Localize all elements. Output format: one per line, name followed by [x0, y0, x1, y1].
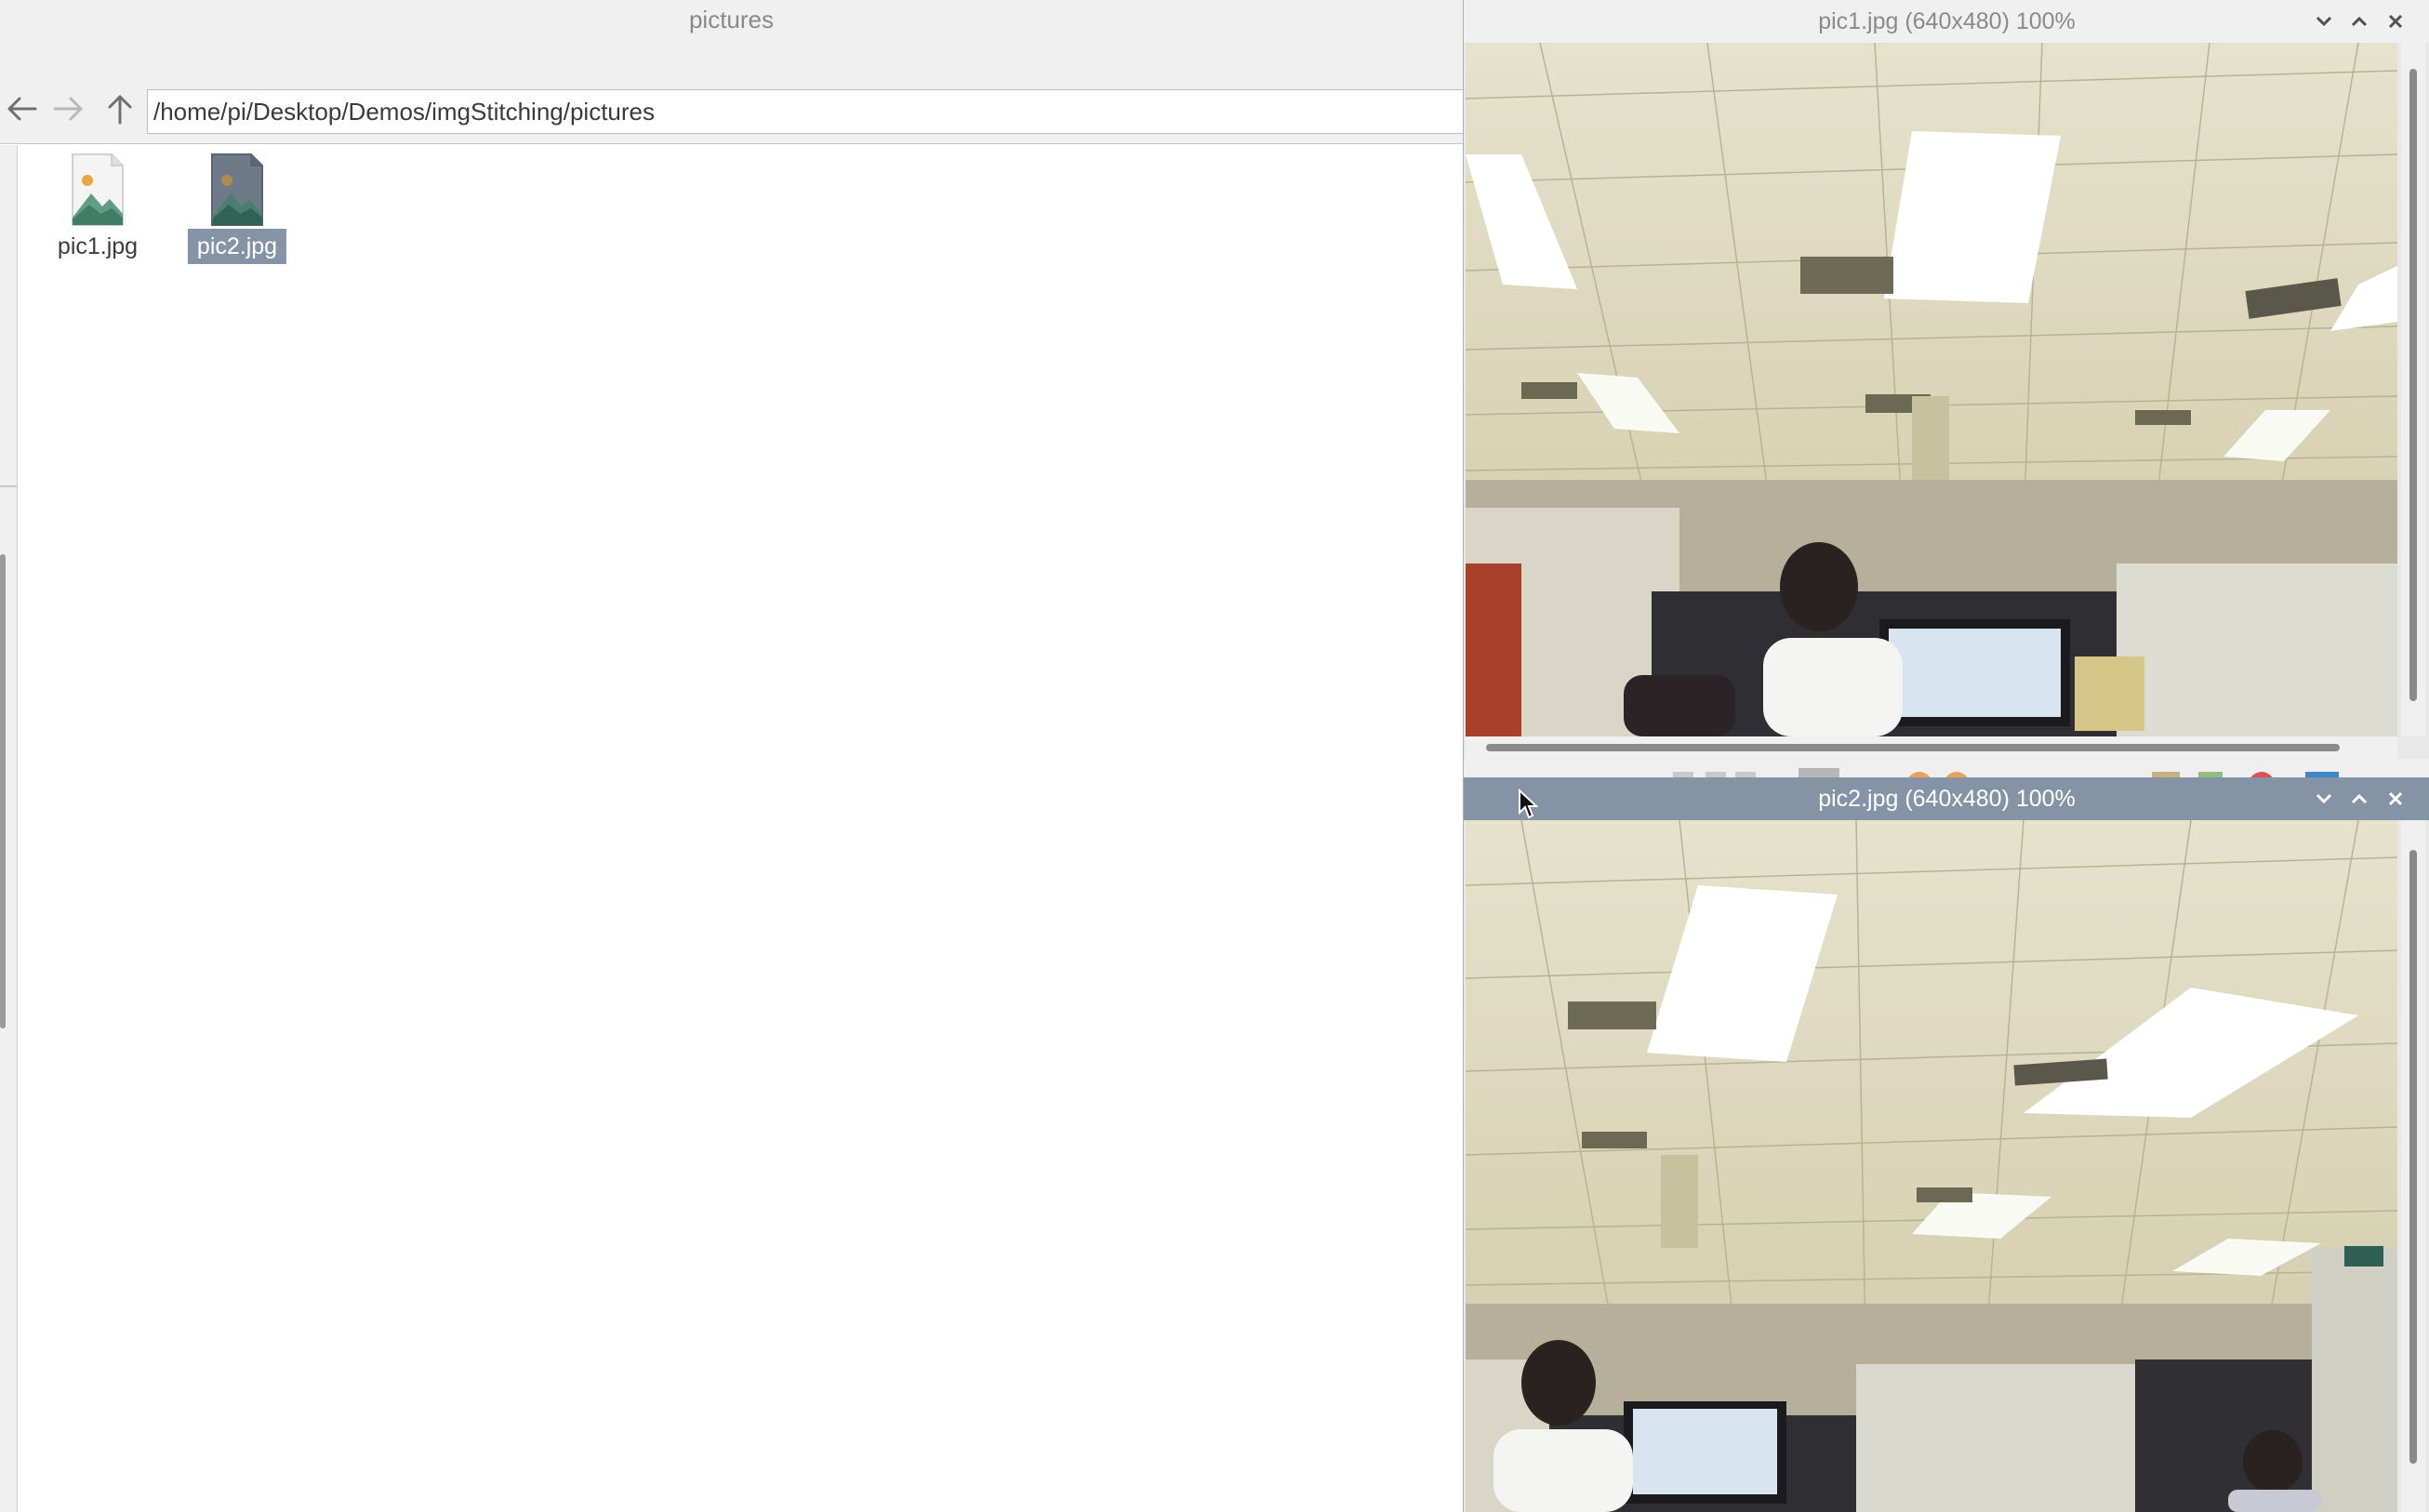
scrollbar-thumb[interactable]: [1486, 744, 2340, 751]
vertical-scrollbar[interactable]: [2401, 43, 2425, 736]
viewer-title: pic1.jpg (640x480) 100%: [1464, 0, 2429, 43]
office-photo: [1466, 43, 2397, 736]
chevron-down-icon: [2316, 16, 2332, 27]
arrow-right-icon: [53, 97, 83, 121]
arrow-up-icon: [108, 95, 132, 125]
back-button[interactable]: [3, 90, 40, 127]
image-canvas[interactable]: [1466, 43, 2397, 736]
horizontal-scrollbar[interactable]: [1466, 736, 2397, 759]
forward-button[interactable]: [50, 90, 87, 127]
file-item-pic2[interactable]: pic2.jpg: [167, 153, 307, 266]
scrollbar-thumb[interactable]: [2409, 850, 2417, 1464]
maximize-button[interactable]: [2346, 8, 2372, 34]
up-button[interactable]: [101, 90, 139, 127]
side-pane: [0, 145, 18, 1512]
image-viewer-pic2: pic2.jpg (640x480) 100%: [1463, 777, 2429, 1512]
close-button[interactable]: [2383, 8, 2409, 34]
image-canvas[interactable]: [1466, 820, 2397, 1512]
close-icon: [2388, 14, 2403, 29]
file-manager-window: pictures /home/pi/Desktop/Demos/imgStitc…: [0, 0, 1463, 1512]
image-file-icon: [211, 153, 263, 226]
close-icon: [2388, 791, 2403, 806]
image-file-icon: [72, 153, 124, 226]
pane-divider[interactable]: [0, 485, 17, 487]
maximize-button[interactable]: [2346, 786, 2372, 812]
chevron-up-icon: [2351, 793, 2368, 804]
path-field[interactable]: /home/pi/Desktop/Demos/imgStitching/pict…: [147, 89, 1463, 134]
window-title: pictures: [0, 0, 1463, 45]
arrow-left-icon: [7, 97, 37, 121]
side-pane-scrollbar[interactable]: [0, 554, 6, 1028]
scrollbar-thumb[interactable]: [2409, 69, 2417, 701]
mouse-cursor-icon: [1519, 789, 1538, 819]
minimize-button[interactable]: [2311, 8, 2337, 34]
office-photo: [1466, 820, 2397, 1512]
chevron-down-icon: [2316, 793, 2332, 804]
vertical-scrollbar[interactable]: [2401, 820, 2425, 1512]
viewer-title: pic2.jpg (640x480) 100%: [1464, 777, 2429, 820]
file-item-pic1[interactable]: pic1.jpg: [28, 153, 167, 266]
file-label: pic2.jpg: [187, 229, 287, 264]
minimize-button[interactable]: [2311, 786, 2337, 812]
chevron-up-icon: [2351, 16, 2368, 27]
file-label: pic1.jpg: [57, 233, 139, 259]
image-viewer-pic1: pic1.jpg (640x480) 100%: [1463, 0, 2429, 785]
close-button[interactable]: [2383, 786, 2409, 812]
